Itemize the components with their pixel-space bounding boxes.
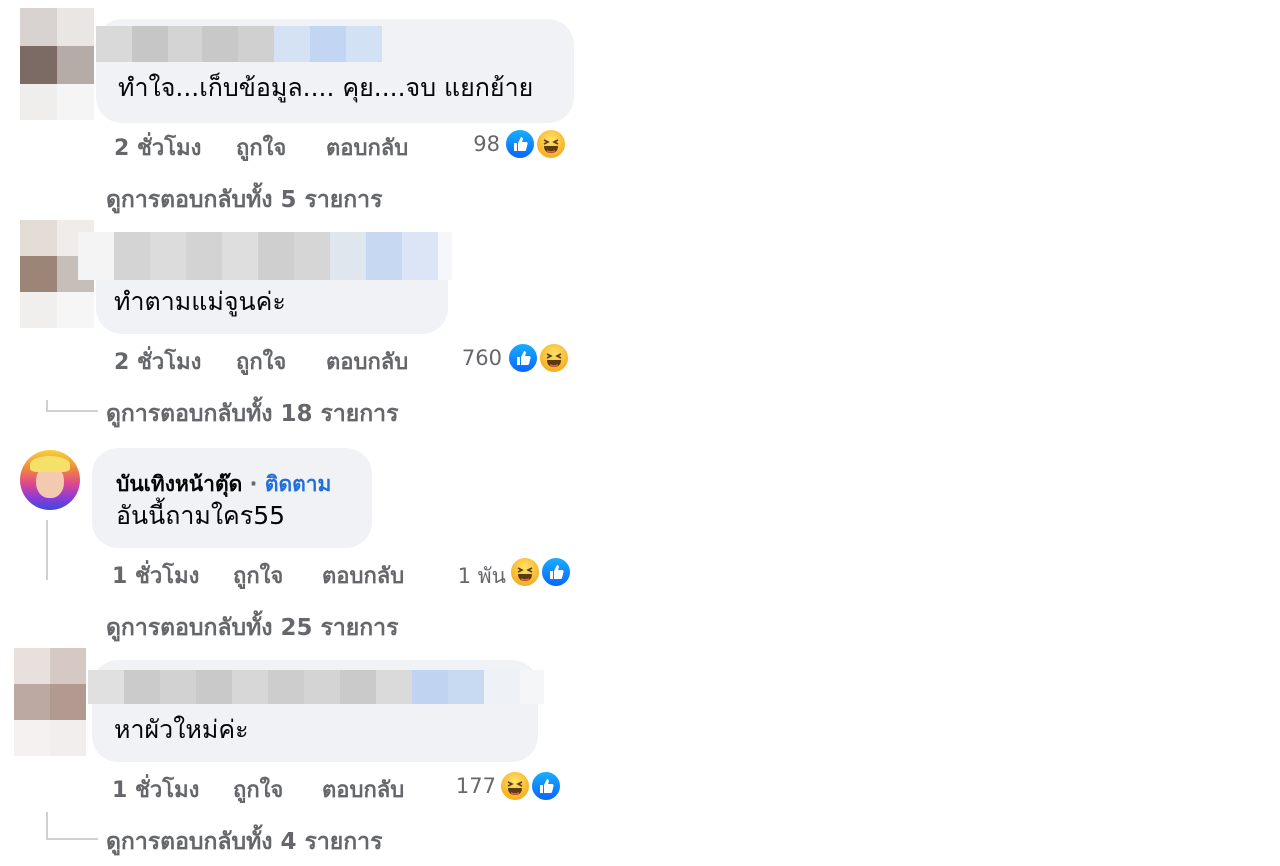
view-replies-link[interactable]: ดูการตอบกลับทั้ง 25 รายการ (106, 610, 398, 646)
reaction-count[interactable]: 1 พัน (440, 560, 506, 593)
reply-button[interactable]: ตอบกลับ (322, 772, 404, 807)
reply-button[interactable]: ตอบกลับ (326, 130, 408, 165)
haha-icon (509, 556, 541, 588)
like-button[interactable]: ถูกใจ (233, 558, 283, 593)
timestamp[interactable]: 1 ชั่วโมง (112, 772, 199, 807)
view-replies-link[interactable]: ดูการตอบกลับทั้ง 18 รายการ (106, 396, 398, 432)
haha-icon (535, 128, 567, 160)
comment-text: ทำตามแม่จูนค่ะ (114, 287, 286, 316)
haha-icon (499, 770, 531, 802)
thread-line (46, 812, 48, 840)
author-name-blurred[interactable] (78, 232, 452, 280)
like-icon (507, 342, 539, 374)
like-button[interactable]: ถูกใจ (236, 344, 286, 379)
reply-button[interactable]: ตอบกลับ (326, 344, 408, 379)
thread-line (48, 410, 98, 412)
comment-text: อันนี้ถามใคร55 (116, 501, 286, 530)
thread-line (46, 520, 48, 580)
reaction-count[interactable]: 98 (440, 132, 500, 156)
reaction-count[interactable]: 177 (440, 774, 496, 798)
reaction-count[interactable]: 760 (440, 346, 502, 370)
reply-button[interactable]: ตอบกลับ (322, 558, 404, 593)
timestamp[interactable]: 2 ชั่วโมง (114, 344, 201, 379)
view-replies-link[interactable]: ดูการตอบกลับทั้ง 5 รายการ (106, 182, 382, 218)
haha-icon (538, 342, 570, 374)
comment-text: หาผัวใหม่ค่ะ (114, 715, 249, 744)
avatar[interactable] (20, 450, 80, 510)
timestamp[interactable]: 2 ชั่วโมง (114, 130, 201, 165)
like-icon (504, 128, 536, 160)
comment-text: ทำใจ...เก็บข้อมูล.... คุย....จบ แยกย้าย (118, 73, 534, 102)
follow-button[interactable]: ติดตาม (265, 472, 332, 496)
separator: · (249, 472, 258, 496)
view-replies-link[interactable]: ดูการตอบกลับทั้ง 4 รายการ (106, 824, 382, 860)
like-icon (540, 556, 572, 588)
avatar[interactable] (20, 8, 94, 120)
author-name-blurred[interactable] (96, 26, 382, 62)
author-name[interactable]: บันเทิงหน้าตุ๊ด · ติดตาม (116, 468, 331, 501)
avatar[interactable] (14, 648, 86, 756)
thread-line (48, 838, 98, 840)
author-name-text[interactable]: บันเทิงหน้าตุ๊ด (116, 472, 242, 496)
like-button[interactable]: ถูกใจ (233, 772, 283, 807)
timestamp[interactable]: 1 ชั่วโมง (112, 558, 199, 593)
like-button[interactable]: ถูกใจ (236, 130, 286, 165)
avatar-hair (30, 456, 70, 472)
author-name-blurred[interactable] (88, 670, 544, 704)
like-icon (530, 770, 562, 802)
